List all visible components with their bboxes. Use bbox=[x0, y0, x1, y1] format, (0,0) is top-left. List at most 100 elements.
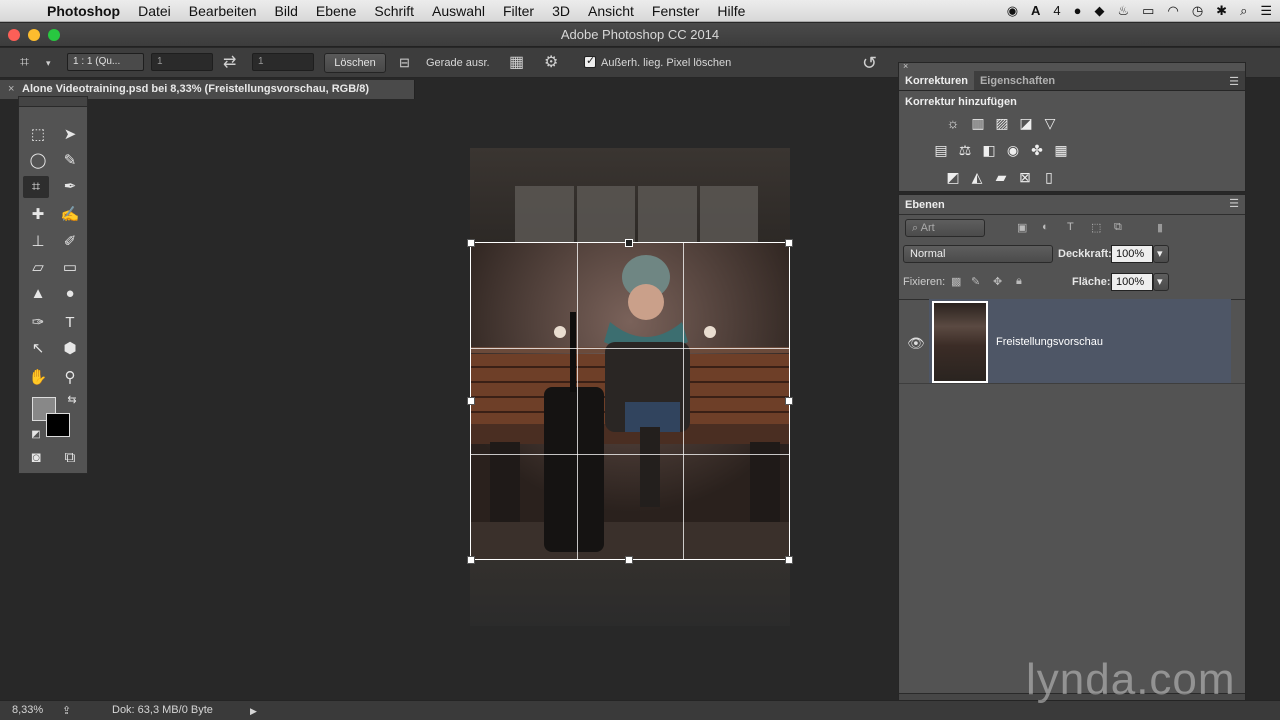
marquee-tool-icon[interactable]: ⬚ bbox=[25, 124, 51, 146]
dodge-tool-icon[interactable]: ● bbox=[57, 283, 83, 305]
crop-handle-top-right[interactable] bbox=[785, 239, 793, 247]
lock-pixels-icon[interactable]: ✎ bbox=[971, 275, 980, 288]
quick-selection-tool-icon[interactable]: ✎ bbox=[57, 150, 83, 172]
airplay-icon[interactable]: ▭ bbox=[1142, 0, 1154, 22]
eraser-tool-icon[interactable]: ▱ bbox=[25, 257, 51, 279]
gradient-map-icon[interactable]: ▯ bbox=[1039, 167, 1059, 187]
menu-datei[interactable]: Datei bbox=[129, 0, 180, 22]
crop-tool-icon[interactable]: ⌗ bbox=[23, 176, 49, 198]
filter-toggle-icon[interactable]: ▮ bbox=[1157, 221, 1163, 234]
layer-visibility-eye-icon[interactable]: 👁︎ bbox=[907, 335, 925, 352]
lock-transparency-icon[interactable]: ▩ bbox=[951, 275, 961, 288]
color-balance-icon[interactable]: ⚖ bbox=[955, 140, 975, 160]
brightness-icon[interactable]: ☼ bbox=[943, 113, 963, 133]
notification-center-icon[interactable]: ☰ bbox=[1260, 0, 1272, 22]
layer-filter-select[interactable]: ⌕ Art bbox=[905, 219, 985, 237]
background-color-swatch[interactable] bbox=[46, 413, 70, 437]
filter-smart-object-icon[interactable]: ⧉ bbox=[1114, 221, 1122, 234]
zoom-tool-icon[interactable]: ⚲ bbox=[57, 367, 83, 389]
time-machine-icon[interactable]: ◷ bbox=[1192, 0, 1203, 22]
clear-button[interactable]: Löschen bbox=[324, 53, 386, 73]
hand-tool-icon[interactable]: ✋ bbox=[25, 367, 51, 389]
preset-dropdown-icon[interactable]: ▾ bbox=[46, 53, 51, 73]
eyedropper-tool-icon[interactable]: ✒ bbox=[57, 176, 83, 198]
filter-shape-icon[interactable]: ⬚ bbox=[1091, 221, 1101, 234]
straighten-icon[interactable]: ⊟ bbox=[399, 53, 410, 73]
hue-saturation-icon[interactable]: ▤ bbox=[931, 140, 951, 160]
posterize-icon[interactable]: ◭ bbox=[967, 167, 987, 187]
type-tool-icon[interactable]: T bbox=[57, 312, 83, 334]
menu-app[interactable]: Photoshop bbox=[38, 0, 129, 22]
black-white-icon[interactable]: ◧ bbox=[979, 140, 999, 160]
reset-icon[interactable]: ↺ bbox=[862, 53, 877, 73]
menu-bild[interactable]: Bild bbox=[266, 0, 307, 22]
delete-pixels-checkbox[interactable] bbox=[584, 54, 596, 69]
crop-handle-bottom[interactable] bbox=[625, 556, 633, 564]
filter-type-icon[interactable]: T bbox=[1067, 221, 1074, 233]
bluetooth-icon[interactable]: ✱ bbox=[1216, 0, 1227, 22]
photo-filter-icon[interactable]: ◉ bbox=[1003, 140, 1023, 160]
lock-position-icon[interactable]: ✥ bbox=[993, 275, 1002, 288]
move-tool-icon[interactable]: ➤ bbox=[57, 124, 83, 146]
dropbox-icon[interactable]: ◆ bbox=[1095, 0, 1105, 22]
gradient-tool-icon[interactable]: ▭ bbox=[57, 257, 83, 279]
menu-fenster[interactable]: Fenster bbox=[643, 0, 708, 22]
layer-row[interactable]: Freistellungsvorschau bbox=[929, 299, 1231, 383]
healing-brush-tool-icon[interactable]: ✚ bbox=[25, 204, 51, 226]
blend-mode-select[interactable]: Normal bbox=[903, 245, 1053, 263]
crop-handle-bottom-right[interactable] bbox=[785, 556, 793, 564]
menu-auswahl[interactable]: Auswahl bbox=[423, 0, 494, 22]
evernote-icon[interactable]: ● bbox=[1074, 0, 1082, 22]
menu-schrift[interactable]: Schrift bbox=[365, 0, 423, 22]
filter-pixel-icon[interactable]: ▣ bbox=[1017, 221, 1027, 234]
opacity-input[interactable]: 100% bbox=[1111, 245, 1153, 263]
menu-filter[interactable]: Filter bbox=[494, 0, 543, 22]
fill-input[interactable]: 100% bbox=[1111, 273, 1153, 291]
status-menu-arrow-icon[interactable]: ▶ bbox=[250, 706, 257, 717]
quick-mask-icon[interactable]: ◙ bbox=[23, 447, 49, 469]
channel-mixer-icon[interactable]: ✤ bbox=[1027, 140, 1047, 160]
toolbox-header[interactable] bbox=[19, 97, 87, 107]
screen-mode-icon[interactable]: ⧉ bbox=[57, 447, 83, 469]
blur-tool-icon[interactable]: ▲ bbox=[25, 283, 51, 305]
menu-bearbeiten[interactable]: Bearbeiten bbox=[180, 0, 266, 22]
layers-tab[interactable]: Ebenen bbox=[899, 195, 1245, 215]
settings-gear-icon[interactable]: ⚙ bbox=[544, 53, 558, 73]
panel-close-icon[interactable]: × bbox=[903, 61, 908, 71]
selective-color-icon[interactable]: ⊠ bbox=[1015, 167, 1035, 187]
crop-handle-top-left[interactable] bbox=[467, 239, 475, 247]
width-input[interactable]: 1 bbox=[151, 53, 213, 71]
opacity-dropdown[interactable]: ▾ bbox=[1153, 245, 1169, 263]
panel-menu-icon[interactable]: ☰ bbox=[1229, 75, 1239, 88]
threshold-icon[interactable]: ▰ bbox=[991, 167, 1011, 187]
path-selection-tool-icon[interactable]: ↖ bbox=[25, 338, 51, 360]
lock-all-icon[interactable]: 🔒︎ bbox=[1016, 275, 1022, 288]
crop-handle-right[interactable] bbox=[785, 397, 793, 405]
spotlight-icon[interactable]: ⌕ bbox=[1240, 0, 1247, 22]
history-brush-tool-icon[interactable]: ✐ bbox=[57, 231, 83, 253]
menu-hilfe[interactable]: Hilfe bbox=[708, 0, 754, 22]
swap-dimensions-icon[interactable]: ⇄ bbox=[223, 53, 236, 73]
overlay-grid-icon[interactable]: ▦ bbox=[509, 53, 524, 73]
record-icon[interactable]: ◉ bbox=[1007, 0, 1018, 22]
brush-tool-icon[interactable]: ✍ bbox=[57, 204, 83, 226]
flame-icon[interactable]: ♨ bbox=[1118, 0, 1130, 22]
swap-colors-icon[interactable]: ⇆ bbox=[59, 389, 85, 411]
lasso-tool-icon[interactable]: ◯ bbox=[25, 150, 51, 172]
vibrance-icon[interactable]: ▽ bbox=[1040, 113, 1060, 133]
shape-tool-icon[interactable]: ⬢ bbox=[57, 338, 83, 360]
levels-icon[interactable]: ▥ bbox=[968, 113, 988, 133]
tab-eigenschaften[interactable]: Eigenschaften bbox=[974, 71, 1061, 90]
clone-stamp-tool-icon[interactable]: ⊥ bbox=[25, 231, 51, 253]
close-document-icon[interactable]: × bbox=[8, 80, 14, 99]
straighten-label[interactable]: Gerade ausr. bbox=[426, 57, 490, 69]
menu-ebene[interactable]: Ebene bbox=[307, 0, 365, 22]
zoom-level[interactable]: 8,33% bbox=[12, 704, 43, 716]
filter-adjustment-icon[interactable]: ◐ bbox=[1042, 221, 1049, 233]
tab-korrekturen[interactable]: Korrekturen bbox=[899, 71, 974, 90]
wifi-icon[interactable]: ◠ bbox=[1167, 0, 1178, 22]
curves-icon[interactable]: ▨ bbox=[992, 113, 1012, 133]
height-input[interactable]: 1 bbox=[252, 53, 314, 71]
layer-thumbnail[interactable] bbox=[932, 301, 988, 383]
default-colors-icon[interactable]: ◩ bbox=[23, 424, 49, 446]
